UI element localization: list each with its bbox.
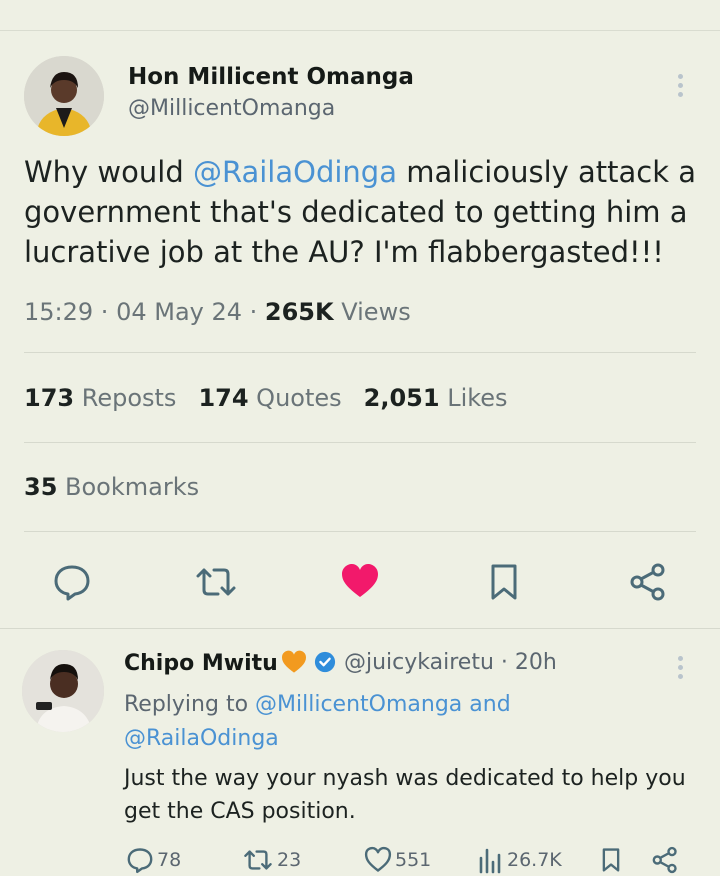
likes-stat[interactable]: 2,051 Likes [364, 384, 508, 412]
heart-outline-icon [364, 846, 392, 872]
reply-bookmark-button[interactable] [598, 846, 624, 874]
reply-repost-button[interactable]: 23 [242, 846, 301, 874]
meta-separator: · [242, 298, 265, 326]
reply-more-options-icon[interactable] [675, 656, 685, 679]
reply-separator: · [493, 650, 515, 675]
replying-mention-link[interactable]: @RailaOdinga [124, 726, 279, 751]
bookmark-icon [491, 564, 517, 600]
repost-arrows-icon [244, 850, 272, 870]
reply-button[interactable] [50, 560, 94, 604]
repost-button[interactable] [194, 560, 238, 604]
reposts-stat[interactable]: 173 Reposts [24, 384, 176, 412]
quotes-label: Quotes [248, 384, 342, 412]
likes-count: 2,051 [363, 384, 440, 412]
share-nodes-icon [652, 846, 677, 874]
meta-divider [24, 352, 696, 353]
reply-reposts-count: 23 [277, 849, 302, 871]
reposts-label: Reposts [74, 384, 177, 412]
like-button[interactable] [338, 560, 382, 604]
views-label: Views [333, 298, 411, 326]
speech-bubble-icon [127, 848, 153, 874]
replying-to: Replying to @MillicentOmanga and @RailaOd… [124, 688, 684, 756]
reply-handle-line: @juicykairetu · 20h [344, 650, 557, 675]
stats-divider [24, 442, 696, 443]
top-divider [0, 30, 720, 31]
tweet-mention-link[interactable]: @RailaOdinga [193, 155, 397, 189]
tweet-text-start: Why would [24, 155, 193, 189]
meta-separator: · [93, 298, 117, 326]
tweet-date[interactable]: 04 May 24 [116, 298, 242, 326]
bar-chart-icon [479, 848, 501, 874]
reply-author-avatar[interactable] [22, 650, 104, 732]
speech-bubble-icon [54, 565, 90, 601]
tweet-time[interactable]: 15:29 [24, 298, 93, 326]
reply-author-name[interactable]: Chipo Mwitu [124, 650, 336, 676]
replying-mention-link[interactable]: @MillicentOmanga [255, 692, 462, 717]
reply-views-button[interactable]: 26.7K [478, 846, 562, 874]
quotes-count: 174 [198, 384, 249, 412]
quotes-stat[interactable]: 174 Quotes [198, 384, 341, 412]
reply-reply-button[interactable]: 78 [126, 846, 181, 874]
replying-prefix: Replying to [124, 692, 256, 717]
bookmark-button[interactable] [482, 560, 526, 604]
replying-and: and [462, 692, 511, 717]
reply-age[interactable]: 20h [515, 650, 557, 675]
heart-filled-icon [342, 564, 378, 597]
engagement-stats: 173 Reposts 174 Quotes 2,051 Likes [24, 384, 508, 412]
tweet-text: Why would @RailaOdinga maliciously attac… [24, 152, 704, 272]
more-options-icon[interactable] [675, 74, 685, 97]
reply-like-button[interactable]: 551 [364, 846, 431, 874]
repost-arrows-icon [196, 568, 236, 596]
views-count: 265K [264, 298, 334, 326]
reply-views-count: 26.7K [507, 849, 562, 871]
reply-divider [0, 628, 720, 629]
author-avatar[interactable] [24, 56, 104, 136]
bookmarks-divider [24, 531, 696, 532]
verified-badge-icon [314, 651, 335, 673]
bookmarks-count: 35 [24, 473, 58, 501]
author-handle[interactable]: @MillicentOmanga [128, 96, 335, 121]
share-nodes-icon [630, 563, 665, 601]
likes-label: Likes [439, 384, 508, 412]
orange-heart-icon [281, 650, 306, 673]
reply-likes-count: 551 [395, 849, 432, 871]
reply-replies-count: 78 [157, 849, 182, 871]
reply-text: Just the way your nyash was dedicated to… [124, 766, 686, 824]
bookmark-icon [602, 848, 620, 872]
reposts-count: 173 [24, 384, 75, 412]
reply-author-name-text: Chipo Mwitu [124, 651, 278, 676]
share-button[interactable] [626, 560, 670, 604]
bookmarks-label: Bookmarks [57, 473, 200, 501]
author-name[interactable]: Hon Millicent Omanga [128, 64, 414, 90]
reply-share-button[interactable] [651, 846, 679, 874]
tweet-meta: 15:29 · 04 May 24 · 265K Views [24, 298, 411, 326]
reply-author-handle[interactable]: @juicykairetu [344, 650, 494, 675]
bookmarks-stat[interactable]: 35 Bookmarks [24, 473, 199, 501]
